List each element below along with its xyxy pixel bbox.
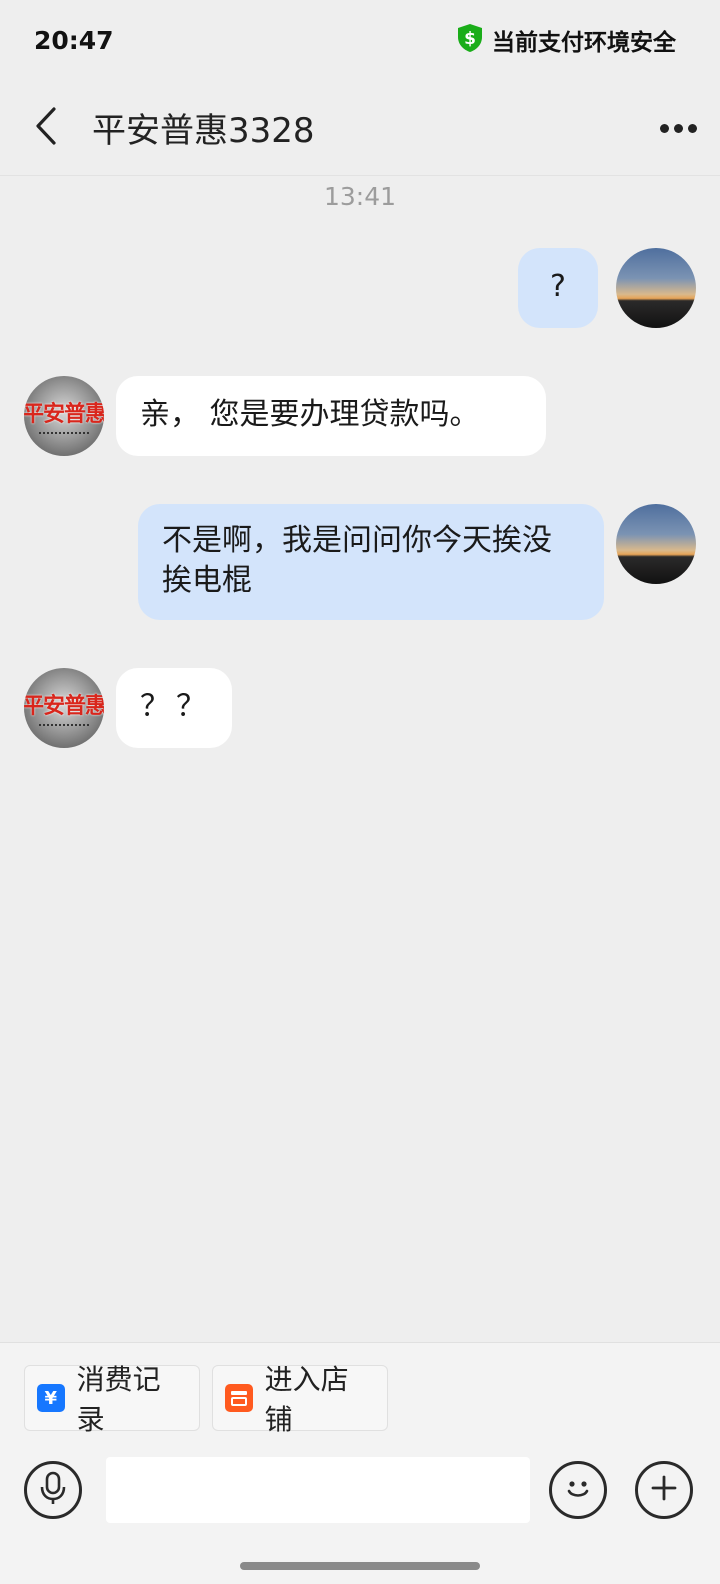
quick-action-label: 消费记录 bbox=[76, 1363, 161, 1436]
enter-store-button[interactable]: 进入店铺 bbox=[212, 1363, 388, 1436]
chat-input-panel: ¥ 消费记录 进入店铺 bbox=[0, 1342, 720, 1584]
chat-header: 平安普惠3328 bbox=[0, 80, 720, 176]
my-avatar[interactable] bbox=[616, 504, 696, 584]
chat-title: 平安普惠3328 bbox=[92, 111, 315, 151]
security-text: 当前支付环境安全 bbox=[492, 30, 676, 56]
status-time: 20:47 bbox=[34, 25, 114, 55]
input-row bbox=[0, 1457, 720, 1527]
plus-icon bbox=[650, 1474, 678, 1506]
quick-action-label: 进入店铺 bbox=[264, 1363, 349, 1436]
smiley-icon bbox=[562, 1472, 594, 1508]
shop-logo-divider bbox=[39, 432, 89, 436]
more-dots-icon bbox=[657, 118, 699, 137]
security-indicator: $ 当前支付环境安全 bbox=[456, 23, 676, 57]
message-input[interactable] bbox=[106, 1457, 530, 1523]
shop-logo-divider bbox=[39, 724, 89, 728]
voice-button[interactable] bbox=[24, 1461, 82, 1519]
message-bubble-incoming[interactable]: 亲， 您是要办理贷款吗。 bbox=[116, 376, 546, 456]
shop-avatar[interactable]: 平安普惠 bbox=[24, 376, 104, 456]
status-bar: 20:47 $ 当前支付环境安全 bbox=[0, 0, 720, 80]
svg-text:$: $ bbox=[464, 29, 476, 49]
shop-avatar[interactable]: 平安普惠 bbox=[24, 668, 104, 748]
message-bubble-outgoing[interactable]: ? bbox=[518, 248, 598, 328]
home-indicator[interactable] bbox=[240, 1562, 480, 1570]
store-icon bbox=[225, 1384, 253, 1412]
my-avatar[interactable] bbox=[616, 248, 696, 328]
yuan-card-icon: ¥ bbox=[37, 1384, 65, 1412]
emoji-button[interactable] bbox=[549, 1461, 607, 1519]
consumption-record-button[interactable]: ¥ 消费记录 bbox=[24, 1363, 200, 1436]
message-timestamp: 13:41 bbox=[323, 182, 397, 211]
message-bubble-incoming[interactable]: ？？ bbox=[116, 668, 232, 748]
shield-dollar-icon: $ bbox=[456, 23, 484, 57]
add-attachment-button[interactable] bbox=[635, 1461, 693, 1519]
message-bubble-outgoing[interactable]: 不是啊，我是问问你今天挨没挨电棍 bbox=[138, 504, 604, 620]
shop-logo-text: 平安普惠 bbox=[24, 694, 104, 719]
shop-logo-text: 平安普惠 bbox=[24, 402, 104, 427]
chevron-left-icon bbox=[33, 106, 59, 150]
back-button[interactable] bbox=[0, 80, 92, 176]
microphone-icon bbox=[39, 1471, 67, 1509]
more-button[interactable] bbox=[636, 80, 720, 176]
